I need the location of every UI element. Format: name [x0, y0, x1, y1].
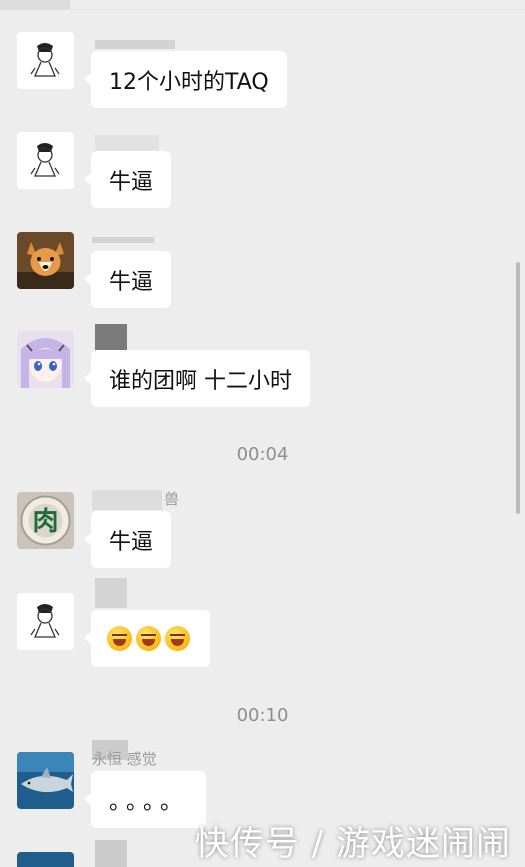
nickname-blur — [95, 40, 175, 49]
message-bubble[interactable]: 牛逼 — [83, 251, 172, 308]
nickname-blur — [95, 840, 127, 867]
sender-nickname: 兽 — [164, 490, 180, 508]
message-bubble[interactable]: 牛逼 — [83, 511, 172, 568]
message-bubble[interactable]: 12个小时的TAQ — [84, 51, 287, 108]
nickname-blur — [92, 237, 154, 243]
grinning-sweat-emoji — [165, 626, 190, 651]
message-bubble[interactable]: 牛逼 — [83, 151, 172, 208]
shark-avatar[interactable] — [17, 752, 74, 809]
watermark: 快传号 / 游戏迷闹闹 — [194, 824, 511, 864]
bowl-meat-avatar[interactable]: 肉 — [17, 492, 74, 549]
corgi-dog-avatar[interactable] — [17, 232, 74, 289]
message-bubble[interactable]: 谁的团啊 十二小时 — [84, 350, 310, 407]
grinning-sweat-emoji — [107, 626, 132, 651]
anime-girl-avatar[interactable] — [17, 331, 74, 388]
cartoon-boy-avatar[interactable] — [17, 593, 74, 650]
nickname-blur — [95, 578, 127, 608]
grinning-sweat-emoji — [136, 626, 161, 651]
timestamp: 00:04 — [236, 444, 289, 465]
avatar-glyph: 肉 — [32, 507, 58, 537]
sender-nickname: 永恒 感觉 — [92, 750, 157, 768]
nickname-blur — [92, 490, 162, 510]
cartoon-boy-avatar[interactable] — [17, 132, 74, 189]
cartoon-boy-avatar[interactable] — [17, 32, 74, 89]
message-bubble[interactable]: 。。。。 — [83, 771, 207, 828]
scrollbar[interactable] — [516, 262, 520, 514]
top-divider — [0, 0, 525, 10]
message-bubble[interactable] — [84, 610, 210, 667]
timestamp: 00:10 — [236, 705, 289, 726]
shark-avatar[interactable] — [17, 852, 74, 867]
